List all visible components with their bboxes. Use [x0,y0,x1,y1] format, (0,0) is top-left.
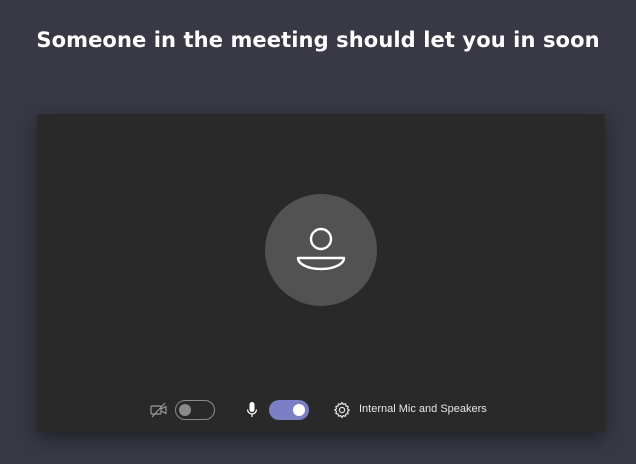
media-controls: Internal Mic and Speakers [37,398,605,422]
camera-toggle[interactable] [175,400,215,420]
device-settings-label[interactable]: Internal Mic and Speakers [359,403,487,415]
gear-icon[interactable] [333,401,351,424]
pre-join-screen: Someone in the meeting should let you in… [0,0,636,464]
video-preview: Internal Mic and Speakers [37,114,605,432]
microphone-icon [246,401,258,424]
microphone-toggle-knob [293,404,305,416]
person-icon [296,227,346,271]
avatar [265,194,377,306]
microphone-toggle[interactable] [269,400,309,420]
page-title: Someone in the meeting should let you in… [36,28,600,52]
camera-toggle-knob [179,404,191,416]
camera-off-icon [150,402,168,423]
